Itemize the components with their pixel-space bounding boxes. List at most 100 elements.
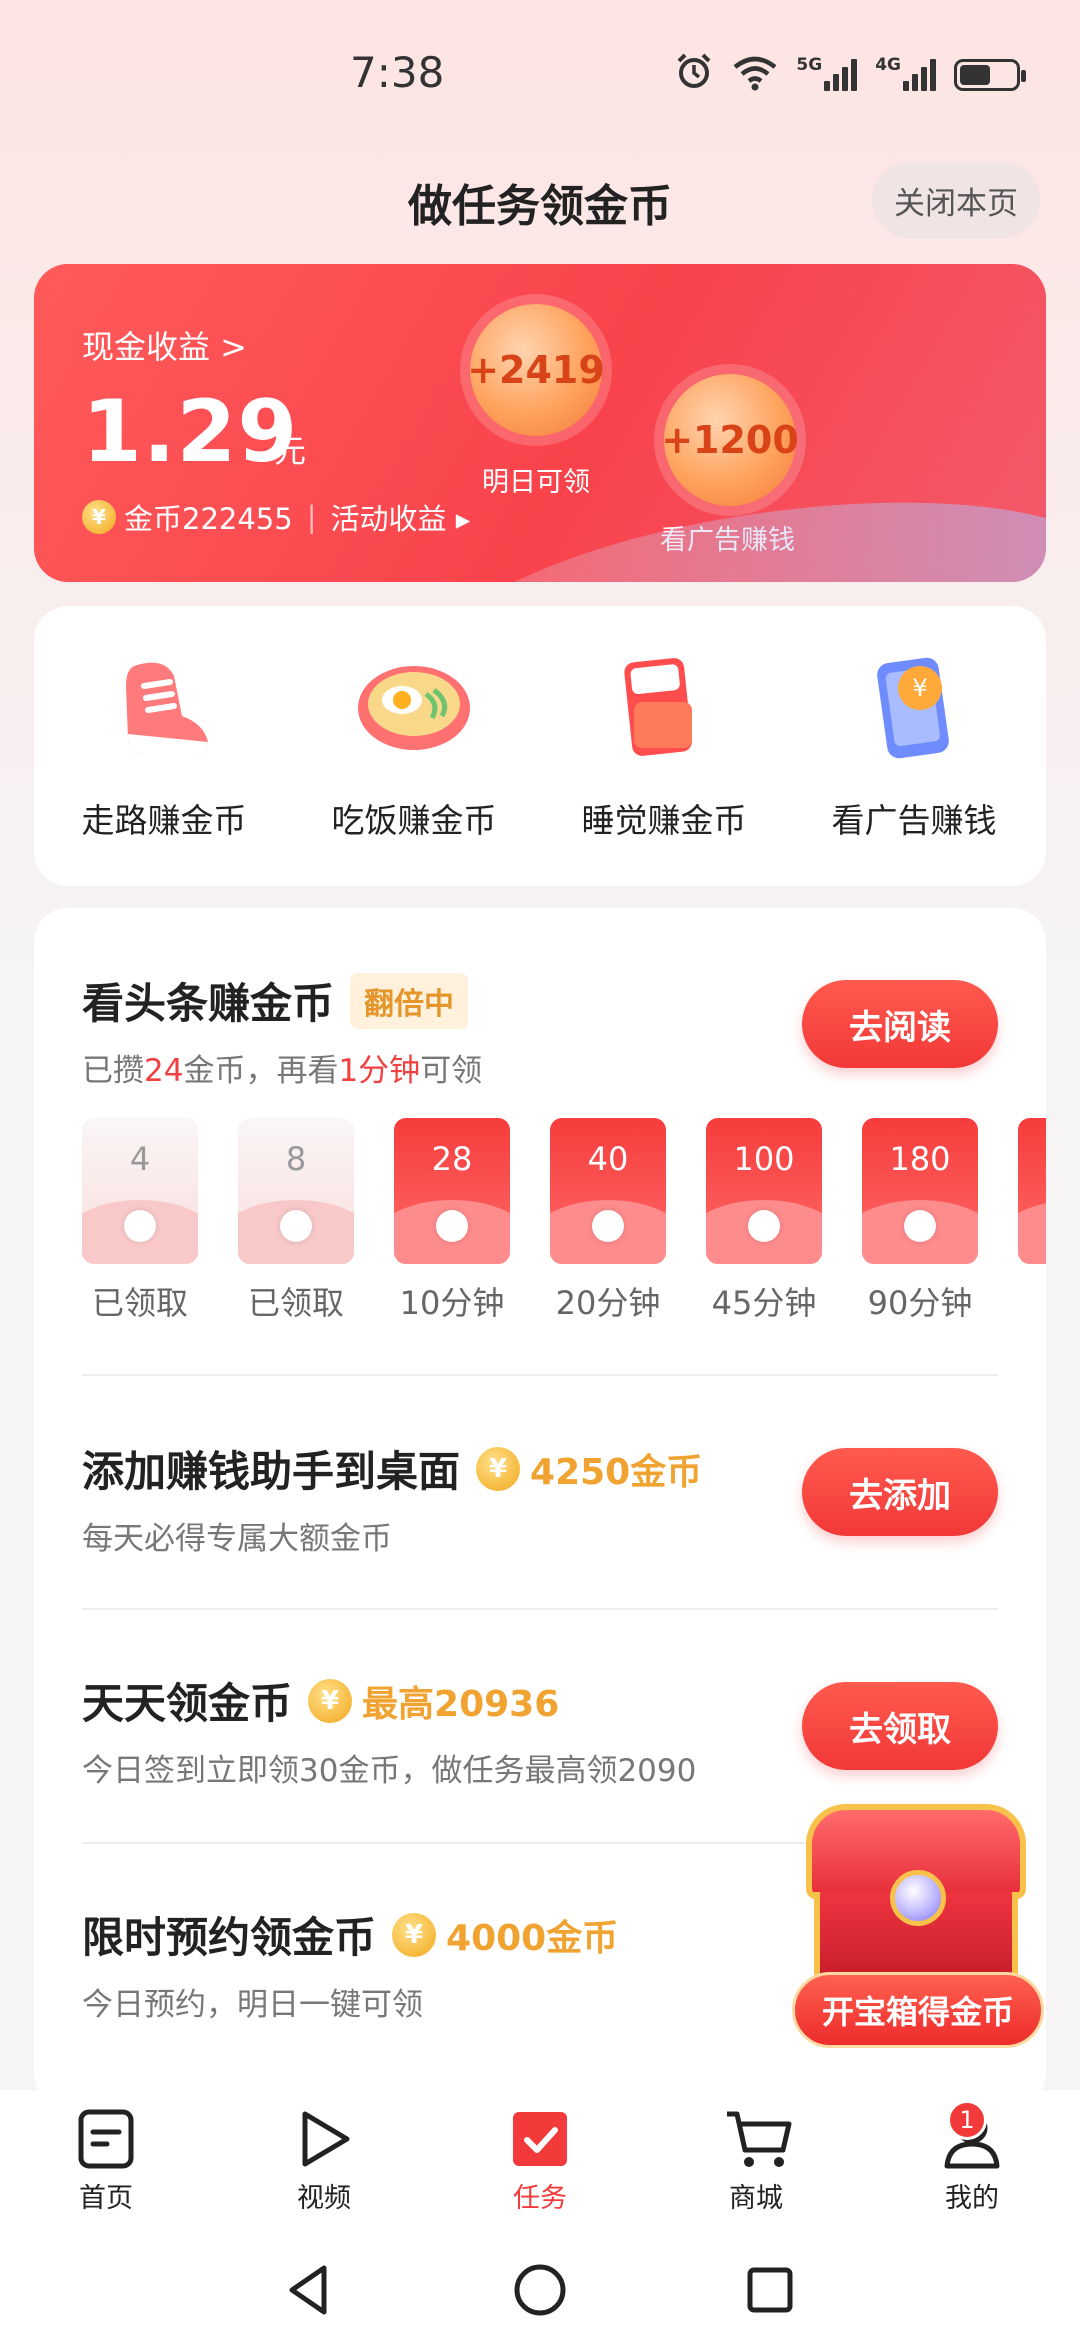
treasure-chest-widget[interactable]: 开宝箱得金币 — [792, 1796, 1052, 2056]
envelope-caption: 18 — [1018, 1278, 1046, 1316]
task-desktop-reward: ¥4250金币 — [476, 1443, 702, 1495]
task-reserve-reward: ¥4000金币 — [392, 1909, 618, 1961]
envelope[interactable]: 8 已领取 — [238, 1118, 354, 1324]
divider — [82, 1608, 998, 1610]
tab-mall[interactable]: 商城 — [696, 2108, 816, 2215]
envelope-caption: 10分钟 — [399, 1284, 505, 1322]
status-icons: 5G 4G — [674, 53, 1026, 91]
envelope-caption: 已领取 — [247, 1284, 344, 1322]
envelope-caption: 已领取 — [91, 1284, 188, 1322]
reward-amount: 4000金币 — [446, 1917, 619, 1959]
task-daily-sub: 今日签到立即领30金币，做任务最高领2090 — [82, 1753, 697, 1789]
category-watch-ad[interactable]: ¥ 看广告赚钱 — [804, 646, 1024, 842]
status-time: 7:38 — [350, 48, 445, 97]
progress-mid: 金币，再看 — [183, 1053, 339, 1089]
reward-amount: 4250金币 — [530, 1451, 703, 1493]
bottom-tab-bar: 首页 视频 任务 商城 1 我的 — [0, 2090, 1080, 2240]
go-read-button[interactable]: 去阅读 — [802, 980, 998, 1068]
cash-amount: 1.29 — [82, 382, 299, 482]
coin-icon: ¥ — [476, 1446, 521, 1491]
tab-video-label: 视频 — [297, 2183, 351, 2214]
category-sleep[interactable]: 睡觉赚金币 — [554, 646, 774, 842]
earn-categories-card: 走路赚金币 吃饭赚金币 睡觉赚金币 ¥ 看广告赚钱 — [34, 606, 1046, 886]
network-4g-label: 4G — [875, 55, 901, 75]
alarm-icon — [674, 53, 714, 91]
tab-home-label: 首页 — [79, 2183, 133, 2214]
divider: | — [306, 500, 317, 534]
category-eat[interactable]: 吃饭赚金币 — [304, 646, 524, 842]
double-badge: 翻倍中 — [350, 972, 469, 1029]
envelope-value: 4 — [129, 1140, 151, 1178]
tab-home[interactable]: 首页 — [46, 2108, 166, 2215]
category-sleep-label: 睡觉赚金币 — [581, 801, 747, 840]
task-daily-reward: ¥ 最高20936 — [308, 1675, 559, 1727]
progress-prefix: 已攒 — [82, 1053, 144, 1089]
watch-ad-coins-caption: 看广告赚钱 — [660, 525, 795, 556]
system-nav-bar — [0, 2240, 1080, 2340]
coin-icon: ¥ — [82, 500, 116, 534]
tab-video[interactable]: 视频 — [264, 2108, 384, 2215]
reward-envelopes: 4 已领取 8 已领取 28 10分钟 40 20分钟 100 45分钟 180 90分钟 … — [82, 1118, 1046, 1324]
recents-square-icon[interactable] — [738, 2258, 802, 2322]
coin-balance-row: ¥ 金币222455 | 活动收益 ▸ — [82, 496, 470, 538]
tomorrow-coins-bubble[interactable]: +2419 — [467, 304, 605, 436]
noodle-bowl-icon — [354, 646, 474, 766]
back-icon[interactable] — [278, 2258, 342, 2322]
earnings-card: 现金收益 > 1.29 元 ¥ 金币222455 | 活动收益 ▸ +2419 … — [34, 264, 1046, 582]
close-page-button[interactable]: 关闭本页 — [872, 162, 1040, 238]
reward-amount: 最高20936 — [362, 1683, 560, 1725]
cash-earnings-link[interactable]: 现金收益 > — [82, 322, 247, 368]
task-reserve-title: 限时预约领金币 — [82, 1913, 377, 1962]
coin-balance: 金币222455 — [124, 502, 293, 536]
tab-tasks[interactable]: 任务 — [480, 2108, 600, 2215]
category-watch-ad-label: 看广告赚钱 — [831, 801, 997, 840]
envelope-value: 28 — [431, 1140, 473, 1178]
tab-tasks-label: 任务 — [513, 2183, 567, 2214]
cart-icon — [725, 2108, 792, 2170]
envelope[interactable]: 4 已领取 — [82, 1118, 198, 1324]
envelope-value: 100 — [733, 1140, 795, 1178]
progress-time: 1分钟 — [338, 1053, 421, 1089]
go-claim-button[interactable]: 去领取 — [802, 1682, 998, 1770]
envelope-caption: 90分钟 — [867, 1284, 973, 1322]
envelope[interactable]: 100 45分钟 — [706, 1118, 822, 1324]
category-eat-label: 吃饭赚金币 — [331, 801, 497, 840]
envelope-value: 8 — [285, 1140, 307, 1178]
envelope[interactable]: 40 20分钟 — [550, 1118, 666, 1324]
gem-icon — [890, 1870, 946, 1926]
envelope[interactable]: 180 90分钟 — [862, 1118, 978, 1324]
wifi-icon — [732, 55, 778, 91]
tab-me[interactable]: 1 我的 — [912, 2100, 1032, 2215]
envelope-value: 40 — [587, 1140, 629, 1178]
activity-earnings-link[interactable]: 活动收益 ▸ — [331, 496, 471, 538]
svg-text:¥: ¥ — [912, 674, 927, 702]
user-icon: 1 — [941, 2100, 1003, 2170]
bed-icon — [604, 646, 724, 766]
envelope[interactable]: 3 18 — [1018, 1118, 1046, 1324]
task-read-title: 看头条赚金币 — [82, 979, 335, 1028]
battery-icon — [954, 55, 1026, 91]
envelope-value: 180 — [889, 1140, 951, 1178]
home-doc-icon — [75, 2108, 137, 2170]
status-bar: 7:38 5G 4G — [0, 0, 1080, 150]
task-daily-title: 天天领金币 — [82, 1679, 293, 1728]
phone-coin-icon: ¥ — [854, 646, 974, 766]
tab-me-label: 我的 — [945, 2183, 999, 2214]
category-walk[interactable]: 走路赚金币 — [54, 646, 274, 842]
home-circle-icon[interactable] — [508, 2258, 572, 2322]
play-icon — [293, 2108, 355, 2170]
envelope[interactable]: 28 10分钟 — [394, 1118, 510, 1324]
go-add-button[interactable]: 去添加 — [802, 1448, 998, 1536]
divider — [82, 1374, 998, 1376]
coin-icon: ¥ — [308, 1678, 353, 1723]
sneaker-icon — [104, 646, 224, 766]
envelope-caption: 20分钟 — [555, 1284, 661, 1322]
tab-mall-label: 商城 — [729, 2183, 783, 2214]
watch-ad-coins-bubble[interactable]: +1200 — [661, 374, 799, 506]
notification-badge: 1 — [947, 2100, 987, 2140]
signal-5g-icon: 5G — [796, 55, 858, 91]
open-treasure-button[interactable]: 开宝箱得金币 — [792, 1972, 1044, 2048]
cash-unit: 元 — [274, 432, 307, 470]
network-5g-label: 5G — [796, 55, 823, 75]
category-walk-label: 走路赚金币 — [81, 801, 247, 840]
